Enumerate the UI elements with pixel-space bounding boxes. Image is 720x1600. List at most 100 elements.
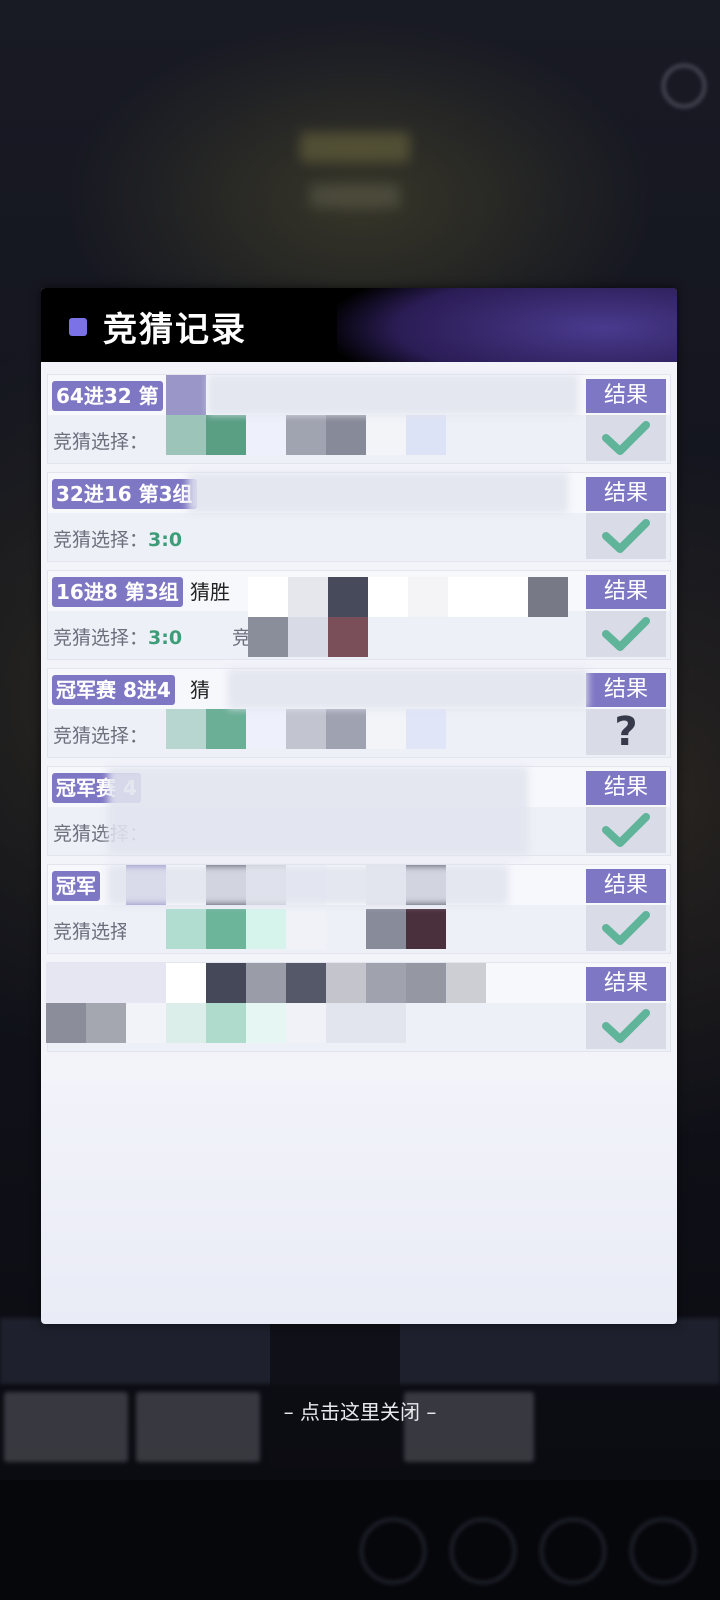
mosaic-cell: [86, 1003, 126, 1043]
mosaic-cell: [446, 963, 486, 1003]
mosaic-cell: [328, 577, 368, 617]
record-row: 冠军赛竞猜选择：结果: [46, 962, 671, 1052]
mosaic-cell: [326, 1003, 366, 1043]
mosaic-cell: [126, 909, 166, 949]
privacy-smear: [208, 375, 578, 415]
result-column: 结果: [586, 967, 666, 1049]
result-column: 结果: [586, 771, 666, 853]
record-list: 64进32 第竞猜选择： 结果 32进16 第3组 竞猜选择：3:0 结果 16进8 第3…: [46, 374, 671, 1060]
mosaic-cell: [206, 709, 246, 749]
mosaic-cell: [246, 1003, 286, 1043]
mosaic-cell: [286, 709, 326, 749]
mosaic-cell: [206, 415, 246, 455]
mosaic-cell: [286, 963, 326, 1003]
check-icon: [586, 905, 666, 951]
question-icon: ?: [586, 709, 666, 755]
mosaic-cell: [166, 415, 206, 455]
mosaic-cell: [126, 963, 166, 1003]
record-match-tag: 64进32 第: [52, 381, 163, 411]
mosaic-cell: [406, 415, 446, 455]
result-column: 结果?: [586, 673, 666, 755]
mosaic-cell: [286, 1003, 326, 1043]
result-column: 结果: [586, 379, 666, 461]
mosaic-cell: [288, 617, 328, 657]
record-choice-value: 3:0: [148, 529, 183, 551]
mosaic-cell: [246, 963, 286, 1003]
mosaic-cell: [286, 415, 326, 455]
header-decoration: [337, 288, 677, 362]
record-choice-label: 竞猜选择：: [53, 431, 149, 453]
mosaic-cell: [288, 577, 328, 617]
mosaic-cell: [326, 709, 366, 749]
mosaic-cell: [286, 909, 326, 949]
mosaic-cell: [326, 963, 366, 1003]
record-row: 64进32 第竞猜选择： 结果: [47, 374, 671, 464]
result-button[interactable]: 结果: [586, 673, 666, 707]
privacy-smear: [188, 473, 568, 513]
close-hint-button[interactable]: – 点击这里关闭 –: [0, 1396, 720, 1425]
record-choice-label: 竞猜选择：: [53, 725, 149, 747]
mosaic-cell: [368, 577, 408, 617]
record-row: 16进8 第3组猜胜竞猜选择：3:0竞猜结果: [47, 570, 671, 660]
record-choice-value: 3:0: [148, 627, 183, 649]
modal-title: 竞猜记录: [103, 310, 247, 350]
title-square-icon: [69, 318, 87, 336]
record-match-tag: 16进8 第3组: [52, 577, 183, 607]
mosaic-cell: [206, 909, 246, 949]
result-button[interactable]: 结果: [586, 869, 666, 903]
mosaic-cell: [86, 963, 126, 1003]
mosaic-cell: [366, 415, 406, 455]
privacy-mosaic: [166, 415, 446, 455]
check-icon: [586, 611, 666, 657]
mosaic-cell: [166, 709, 206, 749]
mosaic-cell: [328, 617, 368, 657]
mosaic-cell: [126, 1003, 166, 1043]
record-match-tag: 冠军: [52, 871, 100, 901]
privacy-mosaic: [126, 909, 446, 949]
privacy-smear: [228, 669, 588, 709]
record-match-tag: 32进16 第3组: [52, 479, 197, 509]
mosaic-cell: [246, 415, 286, 455]
check-icon: [586, 513, 666, 559]
mosaic-cell: [448, 577, 488, 617]
privacy-smear: [108, 767, 528, 855]
record-row: 冠军赛 8进4 猜竞猜选择： 结果?: [47, 668, 671, 758]
mosaic-cell: [366, 1003, 406, 1043]
check-icon: [586, 415, 666, 461]
mosaic-cell: [528, 577, 568, 617]
record-choice-label: 竞猜选择：: [53, 529, 149, 551]
mosaic-cell: [246, 909, 286, 949]
record-match-tag: 冠军赛 8进4: [52, 675, 175, 705]
record-guess-text: 猜: [190, 678, 210, 702]
record-choice: 竞猜选择：: [53, 427, 148, 454]
mosaic-cell: [248, 617, 288, 657]
result-column: 结果: [586, 575, 666, 657]
result-button[interactable]: 结果: [586, 575, 666, 609]
result-column: 结果: [586, 869, 666, 951]
mosaic-cell: [406, 709, 446, 749]
mosaic-cell: [166, 963, 206, 1003]
mosaic-cell: [246, 709, 286, 749]
privacy-mosaic: [46, 963, 486, 1003]
result-button[interactable]: 结果: [586, 379, 666, 413]
mosaic-cell: [166, 375, 206, 415]
mosaic-cell: [408, 577, 448, 617]
result-button[interactable]: 结果: [586, 477, 666, 511]
mosaic-cell: [166, 909, 206, 949]
mosaic-cell: [406, 909, 446, 949]
mosaic-cell: [46, 1003, 86, 1043]
mosaic-cell: [366, 963, 406, 1003]
privacy-smear: [108, 865, 508, 905]
record-guess-text: 猜胜: [190, 580, 230, 604]
privacy-mosaic: [248, 577, 568, 617]
mosaic-cell: [366, 709, 406, 749]
record-choice: 竞猜选择：3:0: [53, 525, 182, 552]
record-choice-label: 竞猜选择：: [53, 627, 149, 649]
result-button[interactable]: 结果: [586, 771, 666, 805]
mosaic-cell: [366, 909, 406, 949]
result-button[interactable]: 结果: [586, 967, 666, 1001]
mosaic-cell: [46, 963, 86, 1003]
mosaic-cell: [326, 415, 366, 455]
mosaic-cell: [166, 1003, 206, 1043]
record-row: 32进16 第3组 竞猜选择：3:0 结果: [47, 472, 671, 562]
